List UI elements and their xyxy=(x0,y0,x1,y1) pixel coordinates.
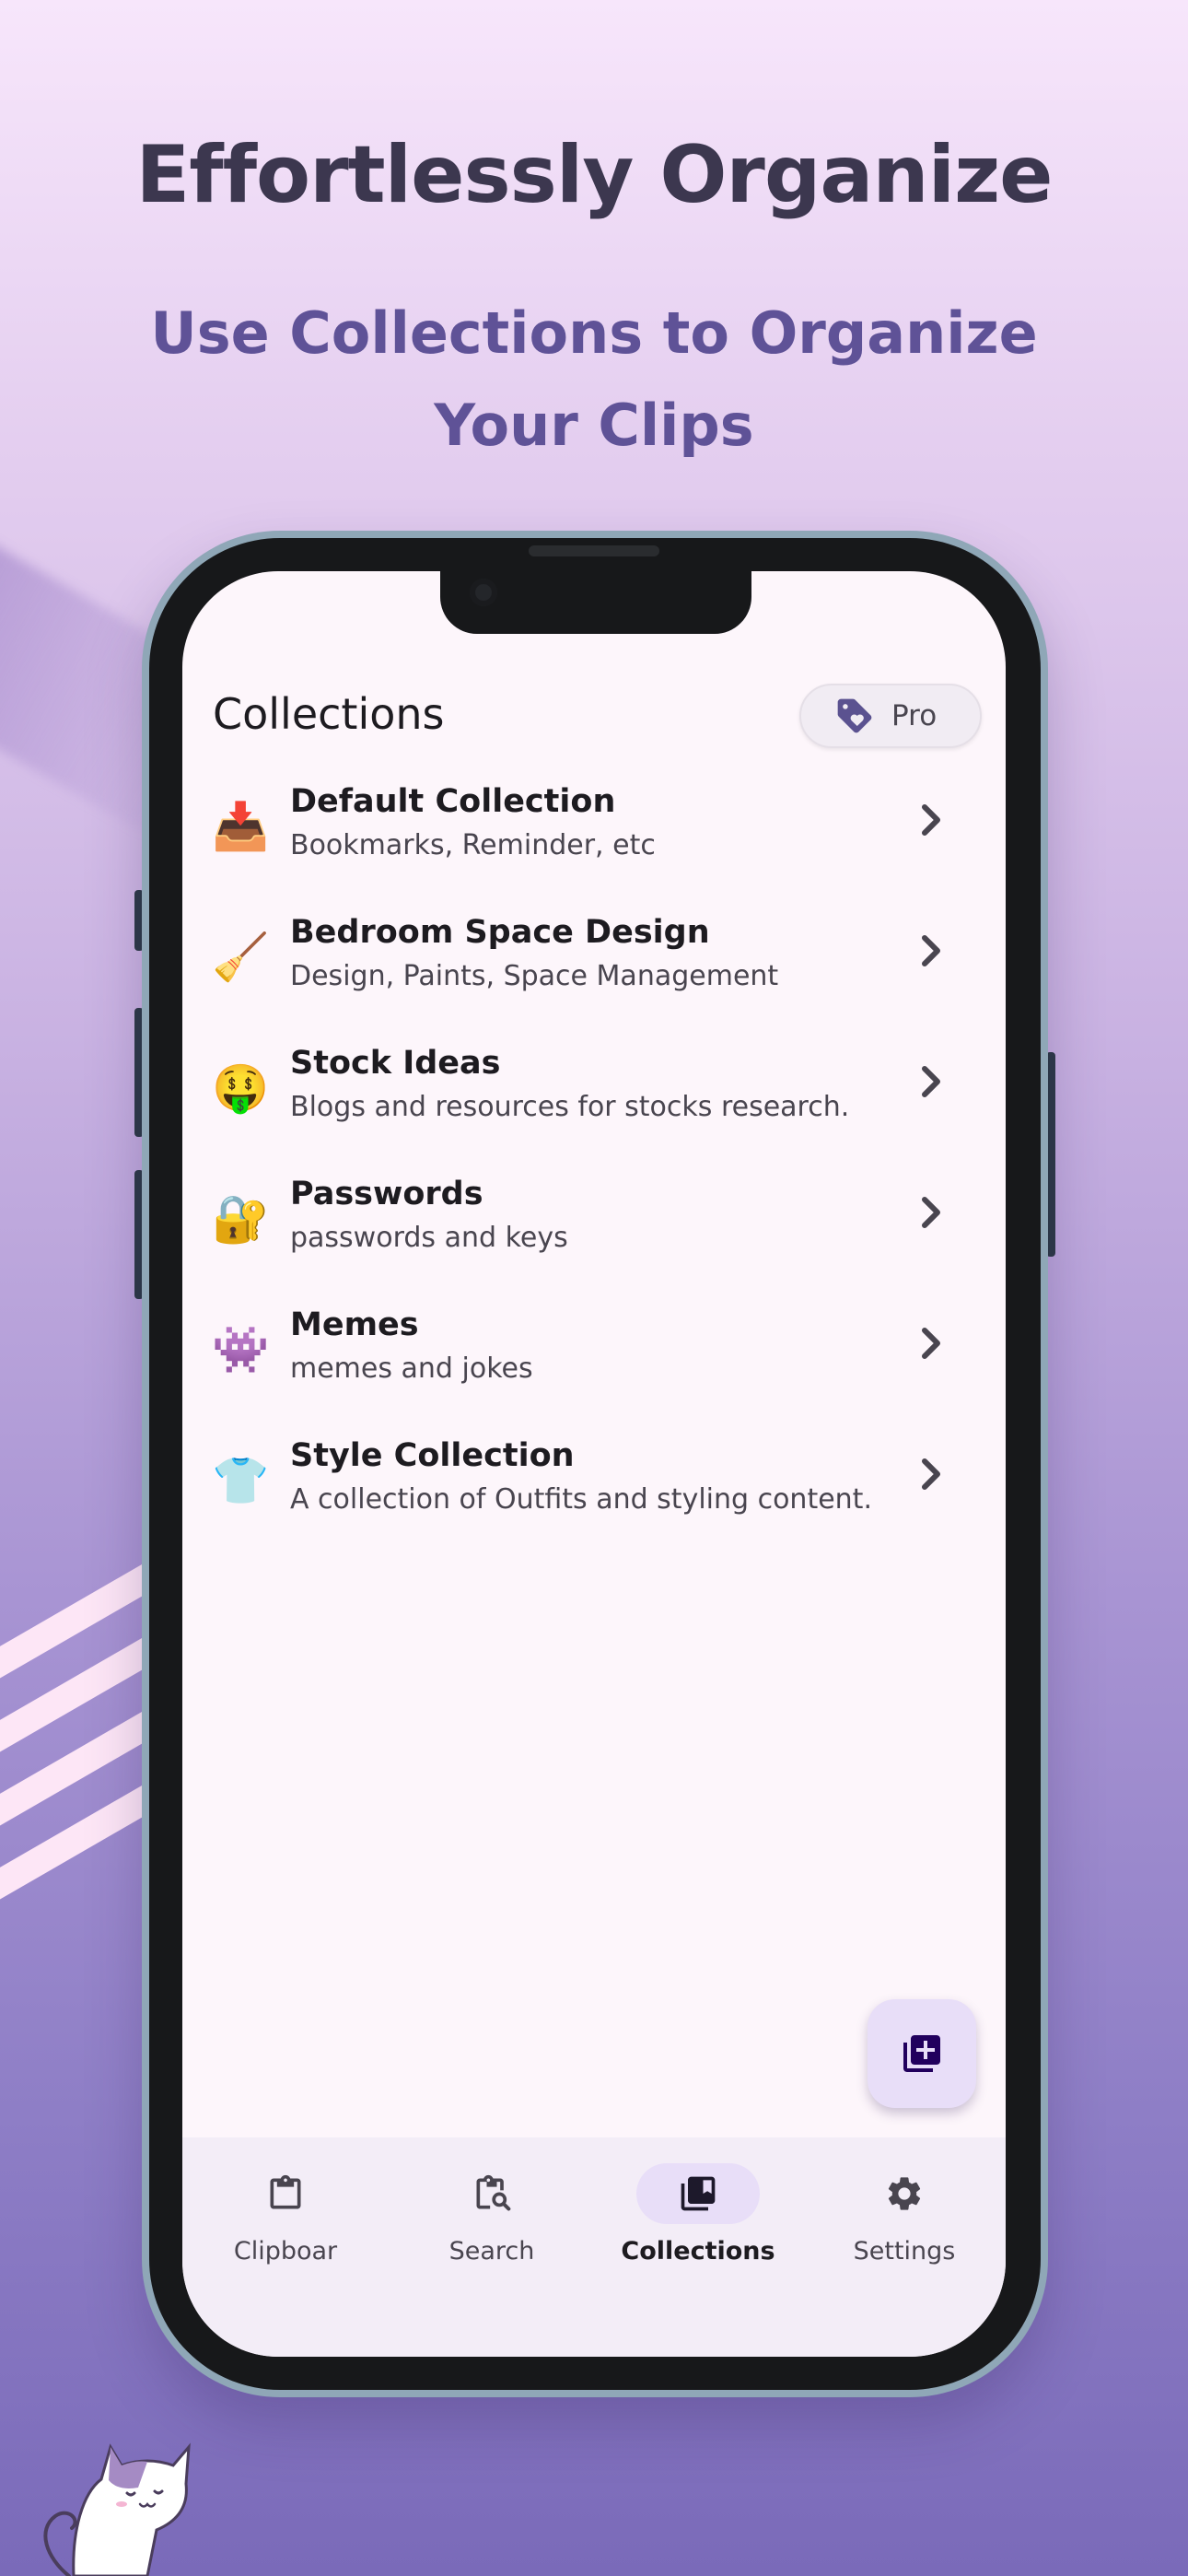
gear-icon xyxy=(888,2177,921,2210)
page-title: Collections xyxy=(213,689,445,739)
nav-item-collections[interactable]: Collections xyxy=(595,2163,801,2274)
marketing-subheadline: Use Collections to Organize Your Clips xyxy=(150,299,1038,459)
collection-row[interactable]: 🔐 Passwords passwords and keys xyxy=(182,1165,1006,1295)
collection-subtitle: A collection of Outfits and styling cont… xyxy=(290,1483,872,1516)
inbox-tray-icon: 📥 xyxy=(212,800,270,853)
money-mouth-face-icon: 🤑 xyxy=(212,1061,270,1115)
chevron-right-icon xyxy=(922,1197,940,1228)
nav-label-clipboard: Clipboar xyxy=(233,2237,338,2266)
collections-icon xyxy=(681,2176,716,2211)
nav-pill xyxy=(843,2163,966,2224)
collection-title: Style Collection xyxy=(290,1437,575,1474)
bottom-navigation-bar: Clipboar Search Collections Settings xyxy=(182,2137,1006,2357)
chevron-right-icon xyxy=(922,1458,940,1490)
collection-row[interactable]: 📥 Default Collection Bookmarks, Reminder, … xyxy=(182,772,1006,903)
phone-screen: Collections Pro 📥 Default Collection Bookm… xyxy=(182,571,1006,2357)
alien-monster-icon: 👾 xyxy=(212,1323,270,1376)
pro-label: Pro xyxy=(891,699,938,732)
tag-heart-icon xyxy=(837,698,872,733)
pro-button[interactable]: Pro xyxy=(799,684,982,748)
cat-mascot-icon xyxy=(43,2442,191,2576)
nav-pill-active xyxy=(636,2163,760,2224)
collection-subtitle: Blogs and resources for stocks research. xyxy=(290,1091,850,1123)
collection-row[interactable]: 🤑 Stock Ideas Blogs and resources for stoc… xyxy=(182,1034,1006,1165)
shirt-icon: 👕 xyxy=(212,1454,270,1507)
collection-subtitle: memes and jokes xyxy=(290,1352,533,1385)
marketing-headline: Effortlessly Organize xyxy=(135,129,1053,221)
nav-label-search: Search xyxy=(448,2237,535,2266)
clipboard-icon xyxy=(270,2174,301,2209)
chevron-right-icon xyxy=(922,804,940,836)
nav-item-search[interactable]: Search xyxy=(389,2163,595,2274)
collection-row[interactable]: 👾 Memes memes and jokes xyxy=(182,1295,1006,1426)
nav-item-clipboard[interactable]: Clipboar xyxy=(182,2163,389,2274)
nav-label-settings: Settings xyxy=(853,2237,956,2266)
collection-subtitle: Design, Paints, Space Management xyxy=(290,960,779,992)
collection-subtitle: Bookmarks, Reminder, etc xyxy=(290,829,656,861)
chevron-right-icon xyxy=(922,1328,940,1359)
collection-row[interactable]: 👕 Style Collection A collection of Outfits… xyxy=(182,1426,1006,1557)
nav-item-settings[interactable]: Settings xyxy=(801,2163,1006,2274)
collection-subtitle: passwords and keys xyxy=(290,1222,568,1254)
add-collection-button[interactable] xyxy=(868,1999,976,2108)
collection-row[interactable]: 🧹 Bedroom Space Design Design, Paints, Spa… xyxy=(182,903,1006,1034)
nav-label-collections: Collections xyxy=(621,2237,775,2266)
nav-pill xyxy=(430,2163,553,2224)
library-add-icon xyxy=(903,2035,940,2072)
phone-speaker xyxy=(529,545,659,556)
chevron-right-icon xyxy=(922,1066,940,1097)
collection-title: Memes xyxy=(290,1306,419,1343)
front-camera xyxy=(470,579,497,606)
collection-title: Passwords xyxy=(290,1176,483,1212)
chevron-right-icon xyxy=(922,935,940,966)
collection-title: Stock Ideas xyxy=(290,1045,501,1082)
collection-title: Default Collection xyxy=(290,783,616,820)
collection-title: Bedroom Space Design xyxy=(290,914,710,951)
locked-with-key-icon: 🔐 xyxy=(212,1192,270,1246)
broom-icon: 🧹 xyxy=(212,931,270,984)
nav-pill xyxy=(224,2163,347,2224)
search-clipboard-icon xyxy=(476,2174,511,2211)
